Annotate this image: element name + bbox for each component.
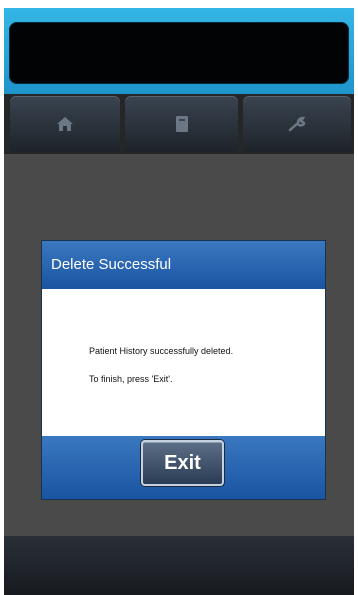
display-panel xyxy=(9,22,349,84)
screen: Delete Successful Patient History succes… xyxy=(4,8,354,595)
dialog-footer: Exit xyxy=(42,436,325,499)
dialog-message: Patient History successfully deleted. xyxy=(89,346,234,356)
tab-home[interactable] xyxy=(10,96,120,152)
book-icon xyxy=(175,115,189,133)
bottom-bar xyxy=(4,536,354,595)
tab-bar xyxy=(4,94,354,154)
dialog-body: Patient History successfully deleted. To… xyxy=(42,289,325,436)
device-frame: Delete Successful Patient History succes… xyxy=(0,0,358,595)
wrench-icon xyxy=(287,116,307,132)
dialog-header: Delete Successful xyxy=(42,241,325,289)
top-bar xyxy=(4,8,354,94)
tab-tools[interactable] xyxy=(243,96,351,152)
home-icon xyxy=(56,116,74,132)
exit-button[interactable]: Exit xyxy=(141,440,224,486)
dialog-instruction: To finish, press 'Exit'. xyxy=(89,374,173,384)
dialog-title: Delete Successful xyxy=(51,256,172,273)
delete-success-dialog: Delete Successful Patient History succes… xyxy=(42,241,325,499)
tab-history[interactable] xyxy=(125,96,238,152)
